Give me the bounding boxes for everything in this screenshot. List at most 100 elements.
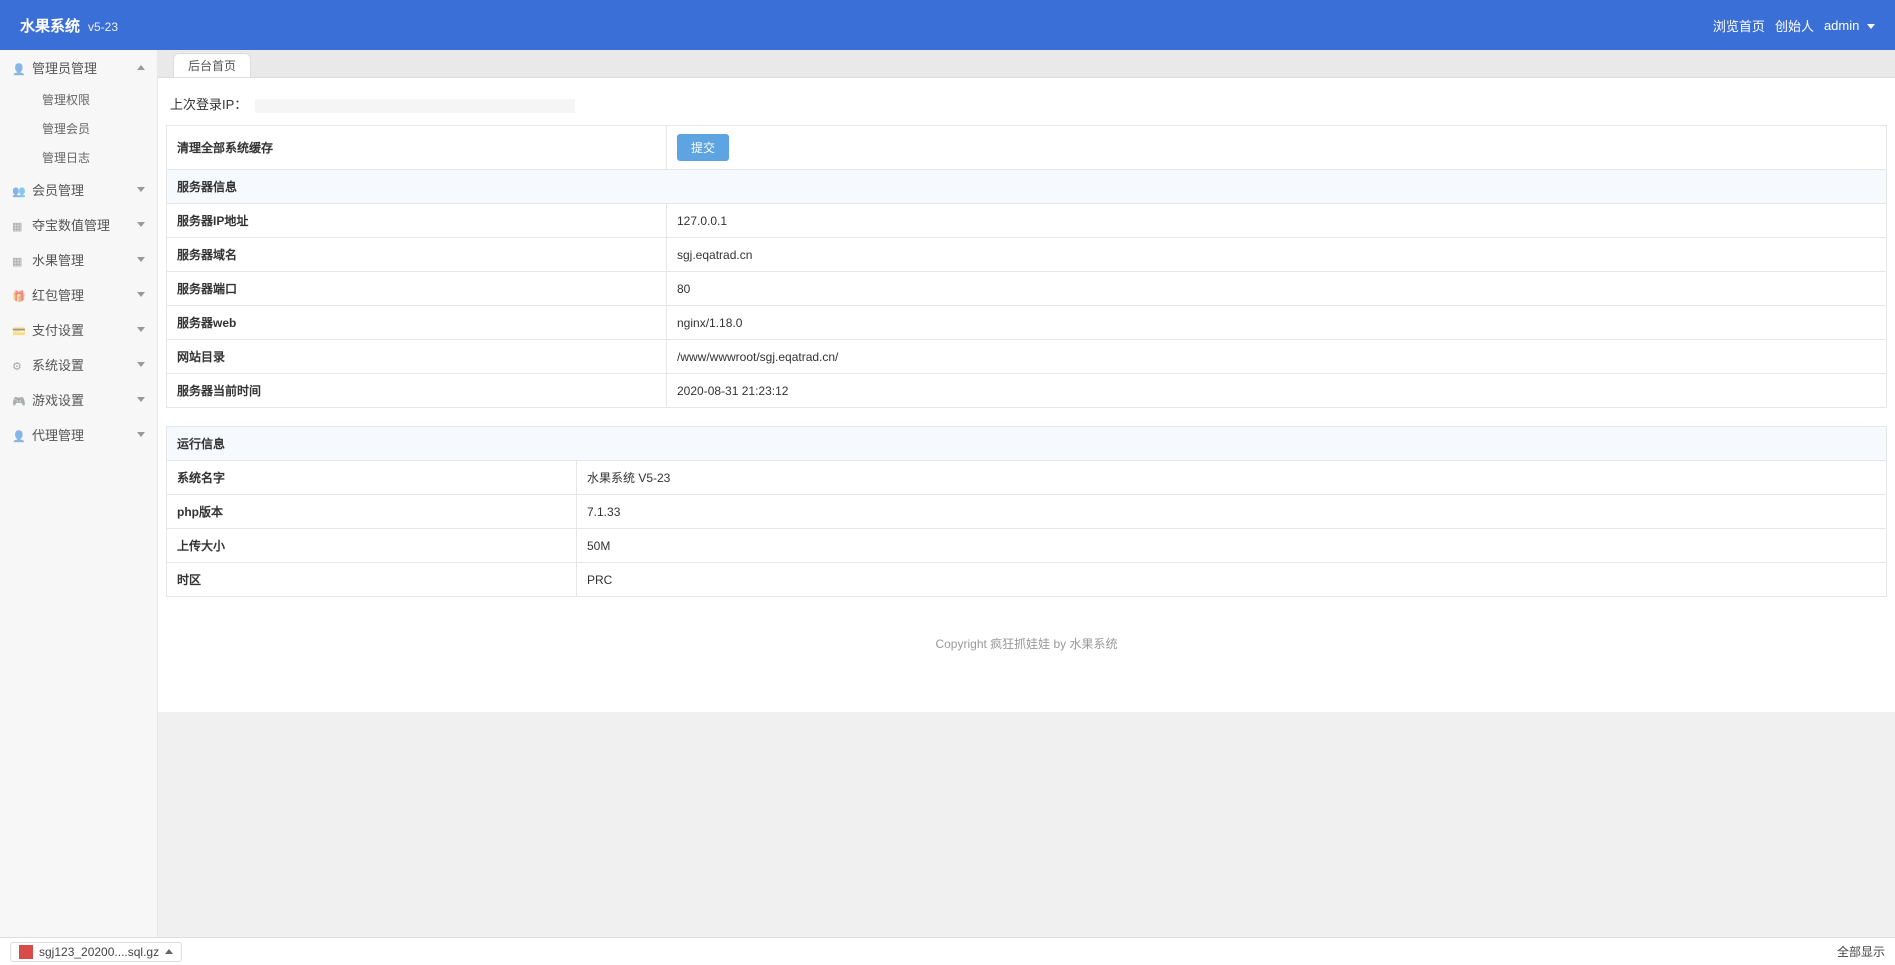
username: admin [1824, 18, 1859, 33]
cache-row: 清理全部系统缓存 提交 [167, 126, 1887, 170]
chevron-down-icon [137, 222, 145, 227]
sidebar-sub-log[interactable]: 管理日志 [30, 143, 157, 172]
download-filename: sgj123_20200....sql.gz [39, 945, 159, 959]
cache-action-cell: 提交 [667, 126, 1887, 170]
table-row: 服务器域名sgj.eqatrad.cn [167, 238, 1887, 272]
main: 后台首页 上次登录IP： 清理全部系统缓存 提交 服务器信息 服务器IP地址12… [158, 50, 1895, 937]
sidebar-item-redpacket[interactable]: 红包管理 [0, 277, 157, 312]
game-icon [12, 393, 26, 407]
chevron-up-icon [137, 65, 145, 70]
gift-icon [12, 288, 26, 302]
row-value: 50M [577, 529, 1887, 563]
sidebar-item-payment[interactable]: 支付设置 [0, 312, 157, 347]
sidebar-sub-permission[interactable]: 管理权限 [30, 85, 157, 114]
server-info-header: 服务器信息 [167, 170, 1887, 204]
row-label: 系统名字 [167, 461, 577, 495]
sidebar-item-label: 夺宝数值管理 [32, 215, 110, 234]
sidebar-item-label: 管理员管理 [32, 58, 97, 77]
chevron-down-icon [137, 397, 145, 402]
sidebar-sub-admin: 管理权限 管理会员 管理日志 [0, 85, 157, 172]
sidebar-item-game[interactable]: 游戏设置 [0, 382, 157, 417]
sidebar-item-label: 支付设置 [32, 320, 84, 339]
browse-home-link[interactable]: 浏览首页 [1713, 16, 1765, 35]
sidebar-sub-member[interactable]: 管理会员 [30, 114, 157, 143]
table-row: 网站目录/www/wwwroot/sgj.eqatrad.cn/ [167, 340, 1887, 374]
submit-button[interactable]: 提交 [677, 134, 729, 161]
sidebar-item-member[interactable]: 会员管理 [0, 172, 157, 207]
sidebar-item-agent[interactable]: 代理管理 [0, 417, 157, 452]
grid-icon [12, 218, 26, 232]
row-label: 服务器web [167, 306, 667, 340]
table-row: 上传大小50M [167, 529, 1887, 563]
sidebar-item-fruit[interactable]: 水果管理 [0, 242, 157, 277]
download-item[interactable]: sgj123_20200....sql.gz [10, 942, 182, 962]
chevron-up-icon [165, 949, 173, 954]
table-row: 时区PRC [167, 563, 1887, 597]
sidebar-item-treasure[interactable]: 夺宝数值管理 [0, 207, 157, 242]
cache-label: 清理全部系统缓存 [167, 126, 667, 170]
sidebar-item-label: 系统设置 [32, 355, 84, 374]
sidebar-item-label: 会员管理 [32, 180, 84, 199]
chevron-down-icon [137, 362, 145, 367]
last-login-ip: 上次登录IP： [166, 86, 1887, 125]
copyright: Copyright 疯狂抓娃娃 by 水果系统 [166, 615, 1887, 672]
row-label: 服务器端口 [167, 272, 667, 306]
table-row: 系统名字水果系统 V5-23 [167, 461, 1887, 495]
grid-icon [12, 253, 26, 267]
table-row: php版本7.1.33 [167, 495, 1887, 529]
chevron-down-icon [137, 292, 145, 297]
row-value: /www/wwwroot/sgj.eqatrad.cn/ [667, 340, 1887, 374]
row-value: 2020-08-31 21:23:12 [667, 374, 1887, 408]
row-value: 80 [667, 272, 1887, 306]
role-label: 创始人 [1775, 16, 1814, 35]
last-login-ip-label: 上次登录IP： [170, 97, 247, 112]
row-label: 服务器当前时间 [167, 374, 667, 408]
gear-icon [12, 358, 26, 372]
chevron-down-icon [137, 327, 145, 332]
row-label: 上传大小 [167, 529, 577, 563]
row-label: 服务器域名 [167, 238, 667, 272]
app-title: 水果系统 [20, 15, 80, 36]
sidebar-item-admin[interactable]: 管理员管理 [0, 50, 157, 85]
file-icon [19, 945, 33, 959]
table-row: 服务器端口80 [167, 272, 1887, 306]
row-label: 时区 [167, 563, 577, 597]
chevron-down-icon [137, 432, 145, 437]
user-icon [12, 61, 26, 75]
sidebar-item-label: 代理管理 [32, 425, 84, 444]
sidebar-item-system[interactable]: 系统设置 [0, 347, 157, 382]
last-login-ip-value [255, 99, 575, 113]
app-version: v5-23 [88, 20, 118, 34]
row-value: 127.0.0.1 [667, 204, 1887, 238]
row-label: php版本 [167, 495, 577, 529]
row-value: nginx/1.18.0 [667, 306, 1887, 340]
header-left: 水果系统 v5-23 [20, 15, 118, 36]
table-row: 服务器webnginx/1.18.0 [167, 306, 1887, 340]
user-menu[interactable]: admin [1824, 18, 1875, 33]
download-bar: sgj123_20200....sql.gz 全部显示 [0, 937, 1895, 965]
row-value: 水果系统 V5-23 [577, 461, 1887, 495]
show-all-downloads[interactable]: 全部显示 [1837, 943, 1885, 960]
sidebar-item-label: 游戏设置 [32, 390, 84, 409]
row-value: sgj.eqatrad.cn [667, 238, 1887, 272]
tab-bar: 后台首页 [158, 50, 1895, 78]
header-right: 浏览首页 创始人 admin [1713, 16, 1875, 35]
table-row: 服务器当前时间2020-08-31 21:23:12 [167, 374, 1887, 408]
people-icon [12, 428, 26, 442]
members-icon [12, 183, 26, 197]
server-info-table: 清理全部系统缓存 提交 服务器信息 服务器IP地址127.0.0.1 服务器域名… [166, 125, 1887, 408]
sidebar-item-label: 红包管理 [32, 285, 84, 304]
row-label: 服务器IP地址 [167, 204, 667, 238]
table-row: 服务器IP地址127.0.0.1 [167, 204, 1887, 238]
chevron-down-icon [137, 187, 145, 192]
tab-home[interactable]: 后台首页 [173, 53, 251, 77]
runtime-info-header: 运行信息 [167, 427, 1887, 461]
chevron-down-icon [1867, 24, 1875, 29]
row-value: 7.1.33 [577, 495, 1887, 529]
runtime-info-table: 运行信息 系统名字水果系统 V5-23 php版本7.1.33 上传大小50M … [166, 426, 1887, 597]
row-label: 网站目录 [167, 340, 667, 374]
sidebar-item-label: 水果管理 [32, 250, 84, 269]
sidebar: 管理员管理 管理权限 管理会员 管理日志 会员管理 夺宝数值管理 水果管理 红包… [0, 50, 158, 937]
chevron-down-icon [137, 257, 145, 262]
wallet-icon [12, 323, 26, 337]
